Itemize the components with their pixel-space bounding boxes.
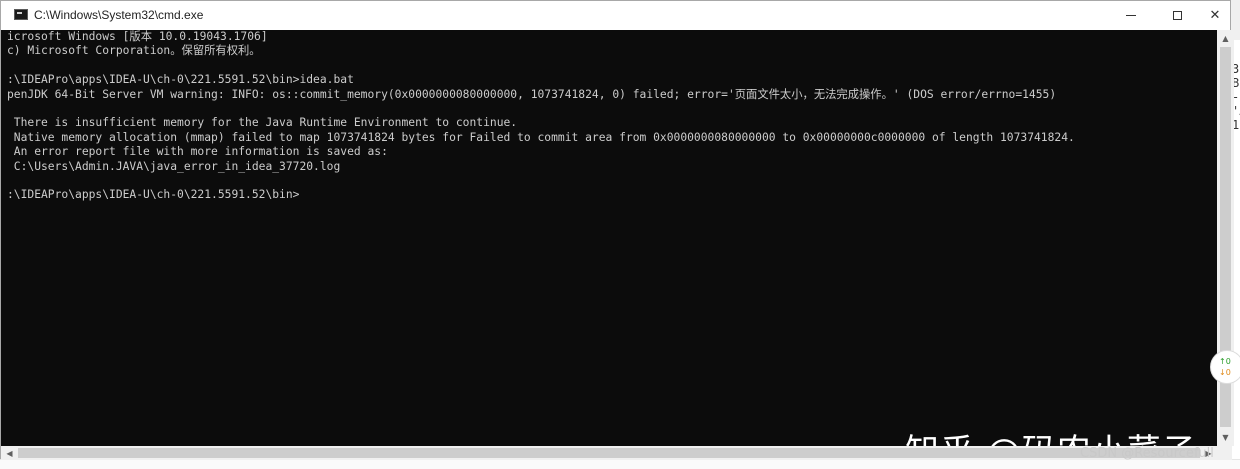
- close-button[interactable]: ✕: [1192, 1, 1238, 30]
- zhihu-watermark: 知乎 @码农小菜子: [905, 424, 1197, 446]
- console-line: icrosoft Windows [版本 10.0.19043.1706]: [7, 30, 268, 43]
- maximize-icon: [1172, 11, 1182, 20]
- scroll-down-arrow-icon[interactable]: ▼: [1217, 429, 1234, 446]
- console-lines: icrosoft Windows [版本 10.0.19043.1706] c) …: [7, 30, 1217, 203]
- cmd-app-icon[interactable]: [14, 9, 28, 20]
- minimize-icon: [1126, 15, 1136, 16]
- download-arrow-icon: ↓0: [1219, 368, 1231, 377]
- horizontal-scrollbar[interactable]: ◀ ▶: [1, 446, 1217, 460]
- scroll-up-arrow-icon[interactable]: ▲: [1217, 30, 1234, 47]
- horizontal-scroll-thumb[interactable]: [18, 448, 1200, 458]
- scroll-left-arrow-icon[interactable]: ◀: [1, 446, 18, 460]
- console-line: There is insufficient memory for the Jav…: [7, 116, 518, 130]
- minimize-button[interactable]: [1108, 1, 1154, 30]
- scroll-corner: [1217, 446, 1232, 460]
- title-bar[interactable]: C:\Windows\System32\cmd.exe ✕: [1, 1, 1230, 30]
- console-line: :\IDEAPro\apps\IDEA-U\ch-0\221.5591.52\b…: [7, 73, 354, 87]
- console-line: penJDK 64-Bit Server VM warning: INFO: o…: [7, 87, 1057, 101]
- floating-speed-badge[interactable]: ↑0 ↓0: [1210, 350, 1240, 384]
- console-line: Native memory allocation (mmap) failed t…: [7, 130, 1075, 144]
- console-line: c) Microsoft Corporation。保留所有权利。: [7, 44, 261, 58]
- console-line: An error report file with more informati…: [7, 145, 388, 159]
- window-title: C:\Windows\System32\cmd.exe: [34, 8, 204, 22]
- csdn-watermark: CSDN @Resourcefull: [1080, 446, 1214, 461]
- close-icon: ✕: [1209, 8, 1221, 23]
- cmd-window: C:\Windows\System32\cmd.exe ✕ icrosoft W…: [0, 0, 1234, 460]
- console-line: :\IDEAPro\apps\IDEA-U\ch-0\221.5591.52\b…: [7, 188, 300, 202]
- console-output[interactable]: icrosoft Windows [版本 10.0.19043.1706] c) …: [1, 30, 1217, 446]
- upload-arrow-icon: ↑0: [1219, 357, 1231, 366]
- console-line: C:\Users\Admin.JAVA\java_error_in_idea_3…: [7, 159, 341, 173]
